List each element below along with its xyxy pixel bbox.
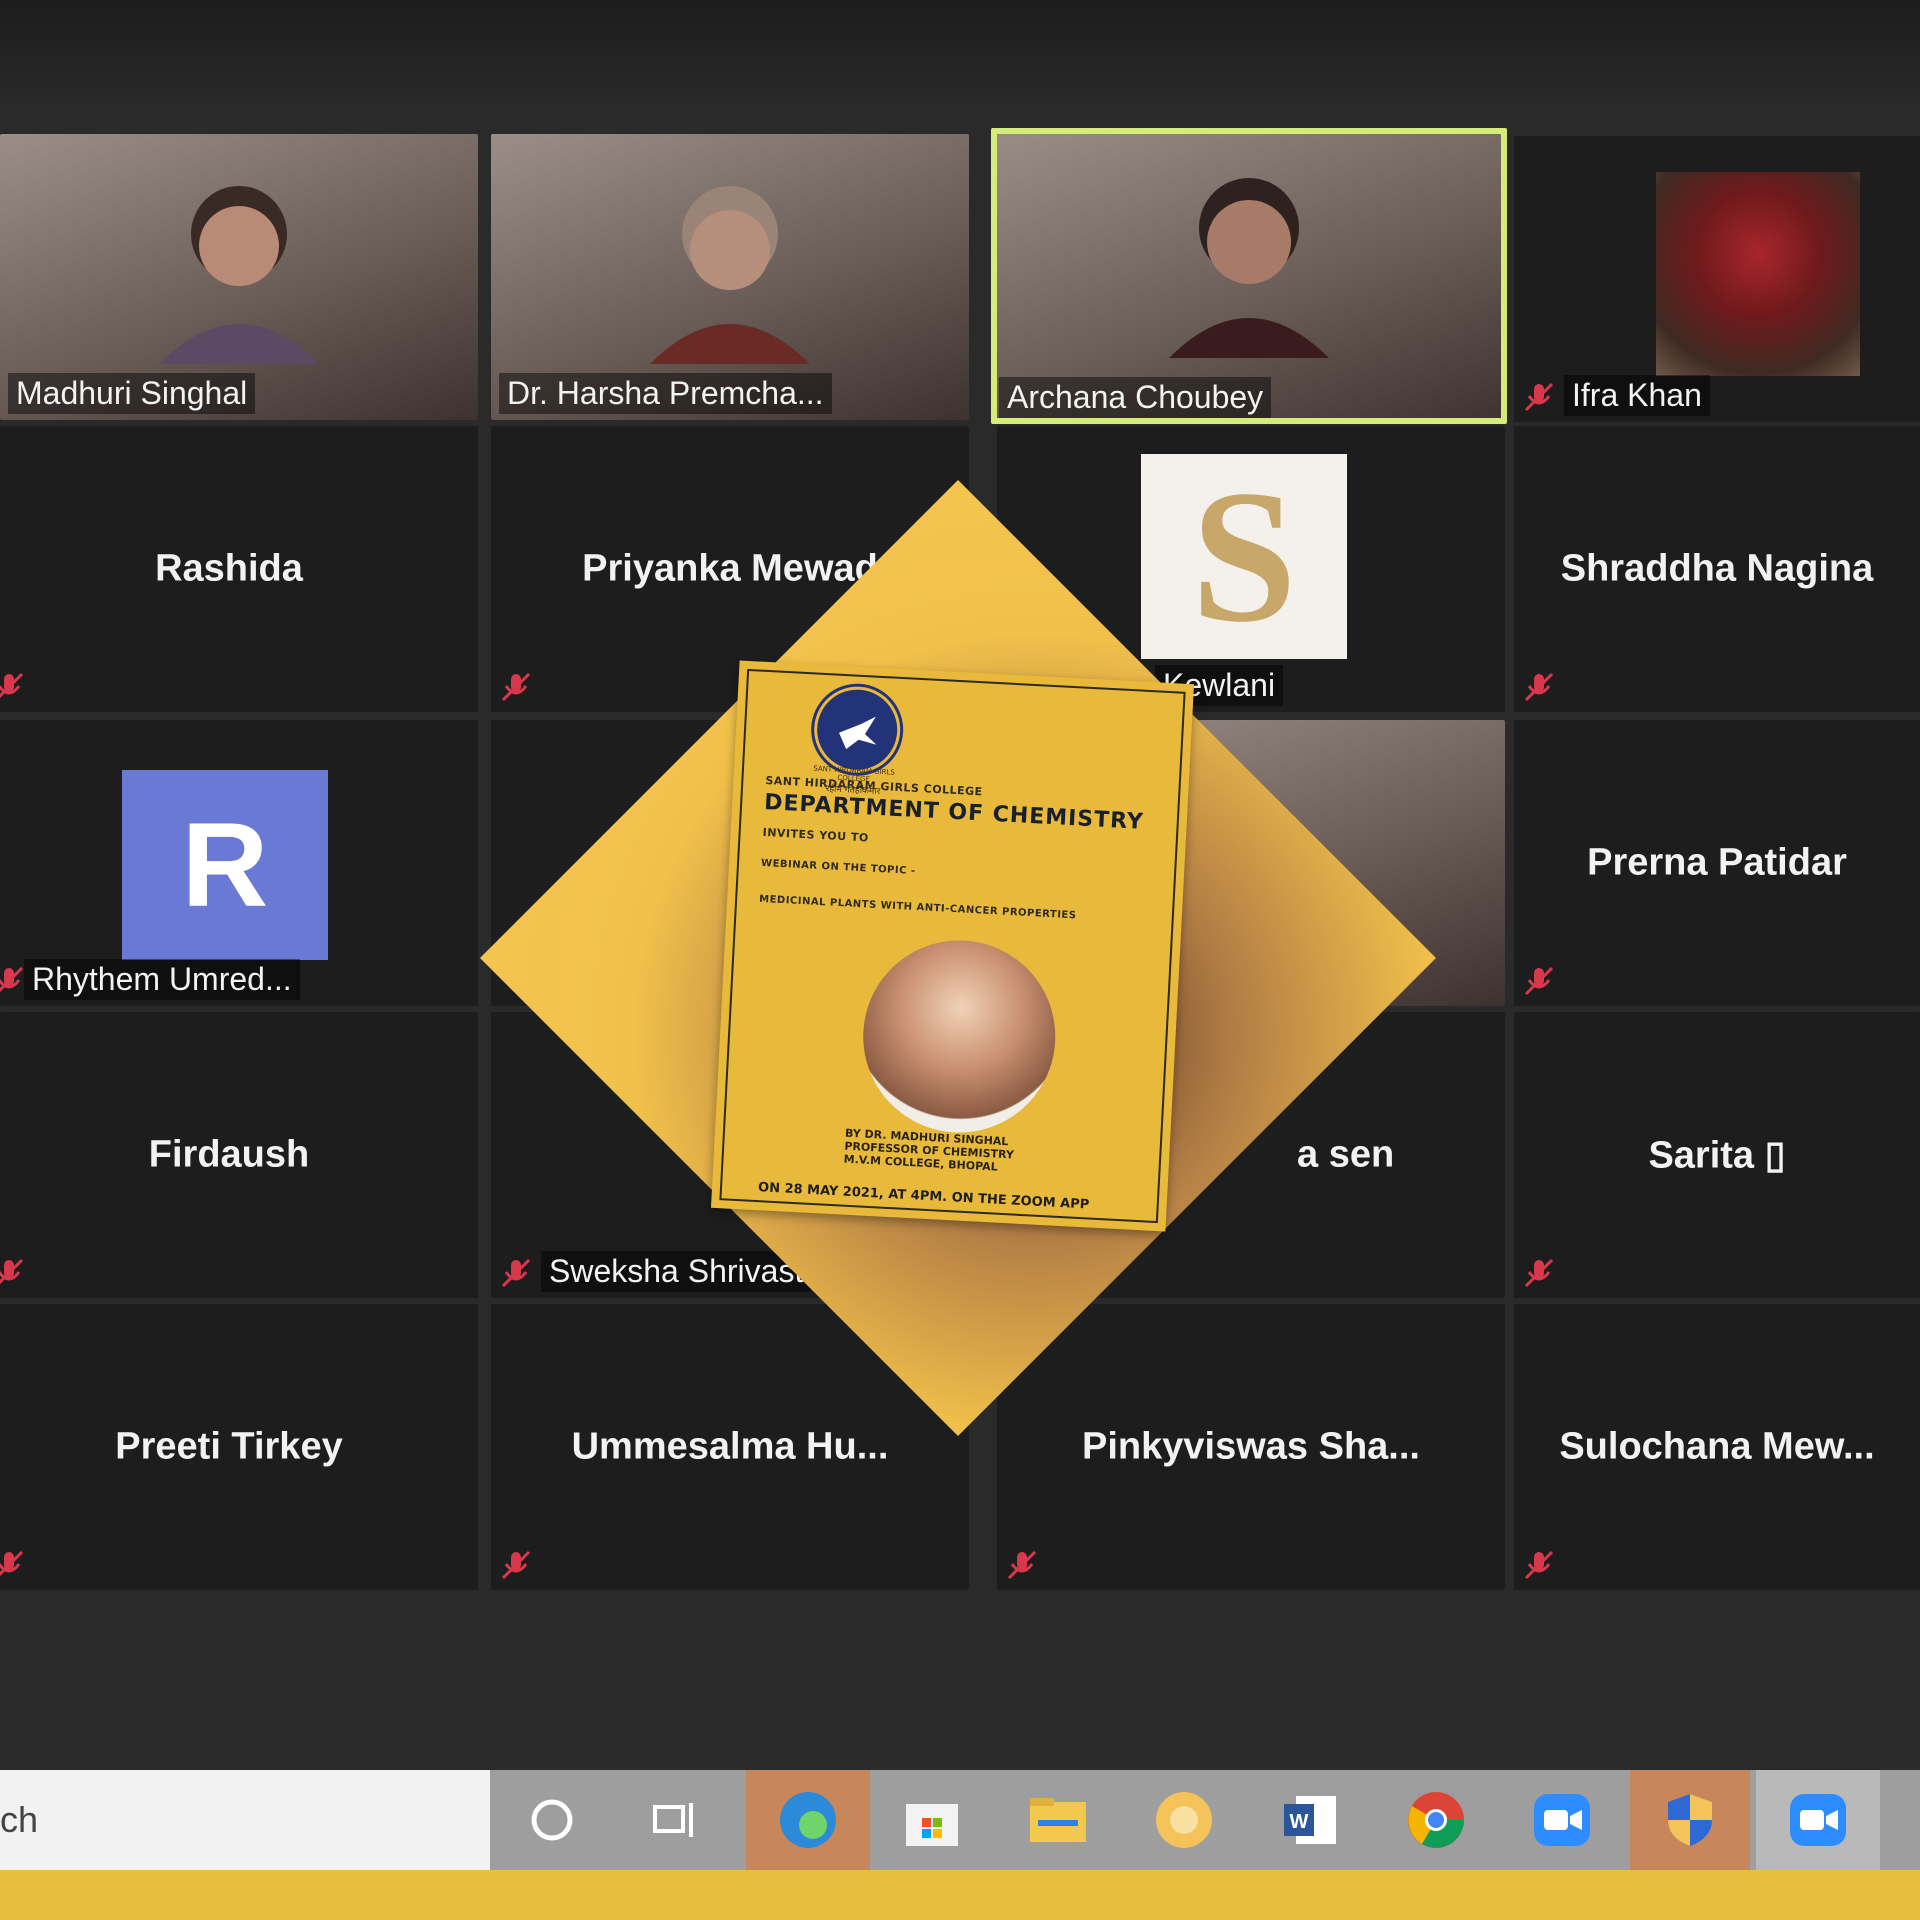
store-icon[interactable] [888,1776,976,1864]
file-explorer-icon[interactable] [1014,1776,1102,1864]
app-icon[interactable] [1140,1776,1228,1864]
microphone-muted-icon [1524,1258,1554,1288]
college-logo [811,684,903,775]
cortana-icon[interactable] [508,1776,596,1864]
participant-tile[interactable]: Rashida [0,426,478,712]
participant-name: Sarita ▯ [1648,1134,1786,1177]
participant-name: Dr. Harsha Premcha... [499,373,832,414]
bottom-yellow-strip [0,1870,1920,1920]
microphone-muted-icon [0,1550,24,1577]
search-text: ch [0,1799,39,1840]
participant-video [1169,178,1329,358]
avatar: R [122,770,328,960]
rose-image [1656,172,1860,376]
word-icon[interactable]: W [1266,1776,1354,1864]
participant-tile[interactable]: Preeti Tirkey [0,1304,478,1590]
participant-name: Ifra Khan [1564,375,1710,416]
task-view-icon[interactable] [630,1776,718,1864]
microphone-muted-icon [1524,966,1554,996]
svg-text:W: W [1290,1811,1309,1833]
security-icon[interactable] [1630,1770,1750,1870]
chrome-icon[interactable] [1392,1776,1480,1864]
top-bar [0,0,1920,120]
participant-tile[interactable]: Sulochana Mew... [1514,1304,1920,1590]
participant-name: Prerna Patidar [1587,841,1847,884]
zoom-icon[interactable] [1518,1776,1606,1864]
participant-tile[interactable]: Dr. Harsha Premcha... [491,134,969,420]
participant-name: Rashida [155,547,303,590]
search-input[interactable]: ch [0,1770,490,1870]
participant-name: Madhuri Singhal [8,373,256,414]
participant-name: Archana Choubey [999,377,1272,418]
webinar-poster: SANT HIRDARAM GIRLS COLLEGE रहीम गतहीकमा… [710,660,1195,1232]
microphone-muted-icon [501,1550,531,1580]
participant-tile[interactable]: Prerna Patidar [1514,720,1920,1006]
participant-tile[interactable]: Madhuri Singhal [0,134,478,420]
participant-tile[interactable]: R Rhythem Umred... [0,720,478,1006]
microphone-muted-icon [1524,1550,1554,1580]
participant-video [159,186,319,364]
participant-tile-active[interactable]: Archana Choubey [991,128,1507,424]
logo-star-icon [839,716,877,750]
participant-video [650,186,810,364]
participant-tile[interactable]: Ifra Khan [1514,136,1920,422]
windows-taskbar: ch W [0,1770,1920,1870]
microphone-muted-icon [1007,1550,1037,1580]
participant-tile[interactable]: Firdaush [0,1012,478,1298]
zoom-icon-2[interactable] [1756,1770,1880,1870]
participant-tile[interactable]: Sarita ▯ [1514,1012,1920,1298]
microphone-muted-icon [0,966,24,993]
edge-icon[interactable] [746,1770,870,1870]
participant-name: Sulochana Mew... [1559,1425,1875,1468]
participant-name: Rhythem Umred... [24,959,300,1000]
microphone-muted-icon [0,672,24,699]
microphone-muted-icon [0,1258,24,1285]
microphone-muted-icon [1524,382,1554,412]
participant-name: Firdaush [148,1133,310,1176]
microphone-muted-icon [1524,672,1554,702]
participant-name: Shraddha Nagina [1560,547,1874,590]
participant-name: Preeti Tirkey [115,1425,343,1468]
participant-tile[interactable]: Shraddha Nagina [1514,426,1920,712]
